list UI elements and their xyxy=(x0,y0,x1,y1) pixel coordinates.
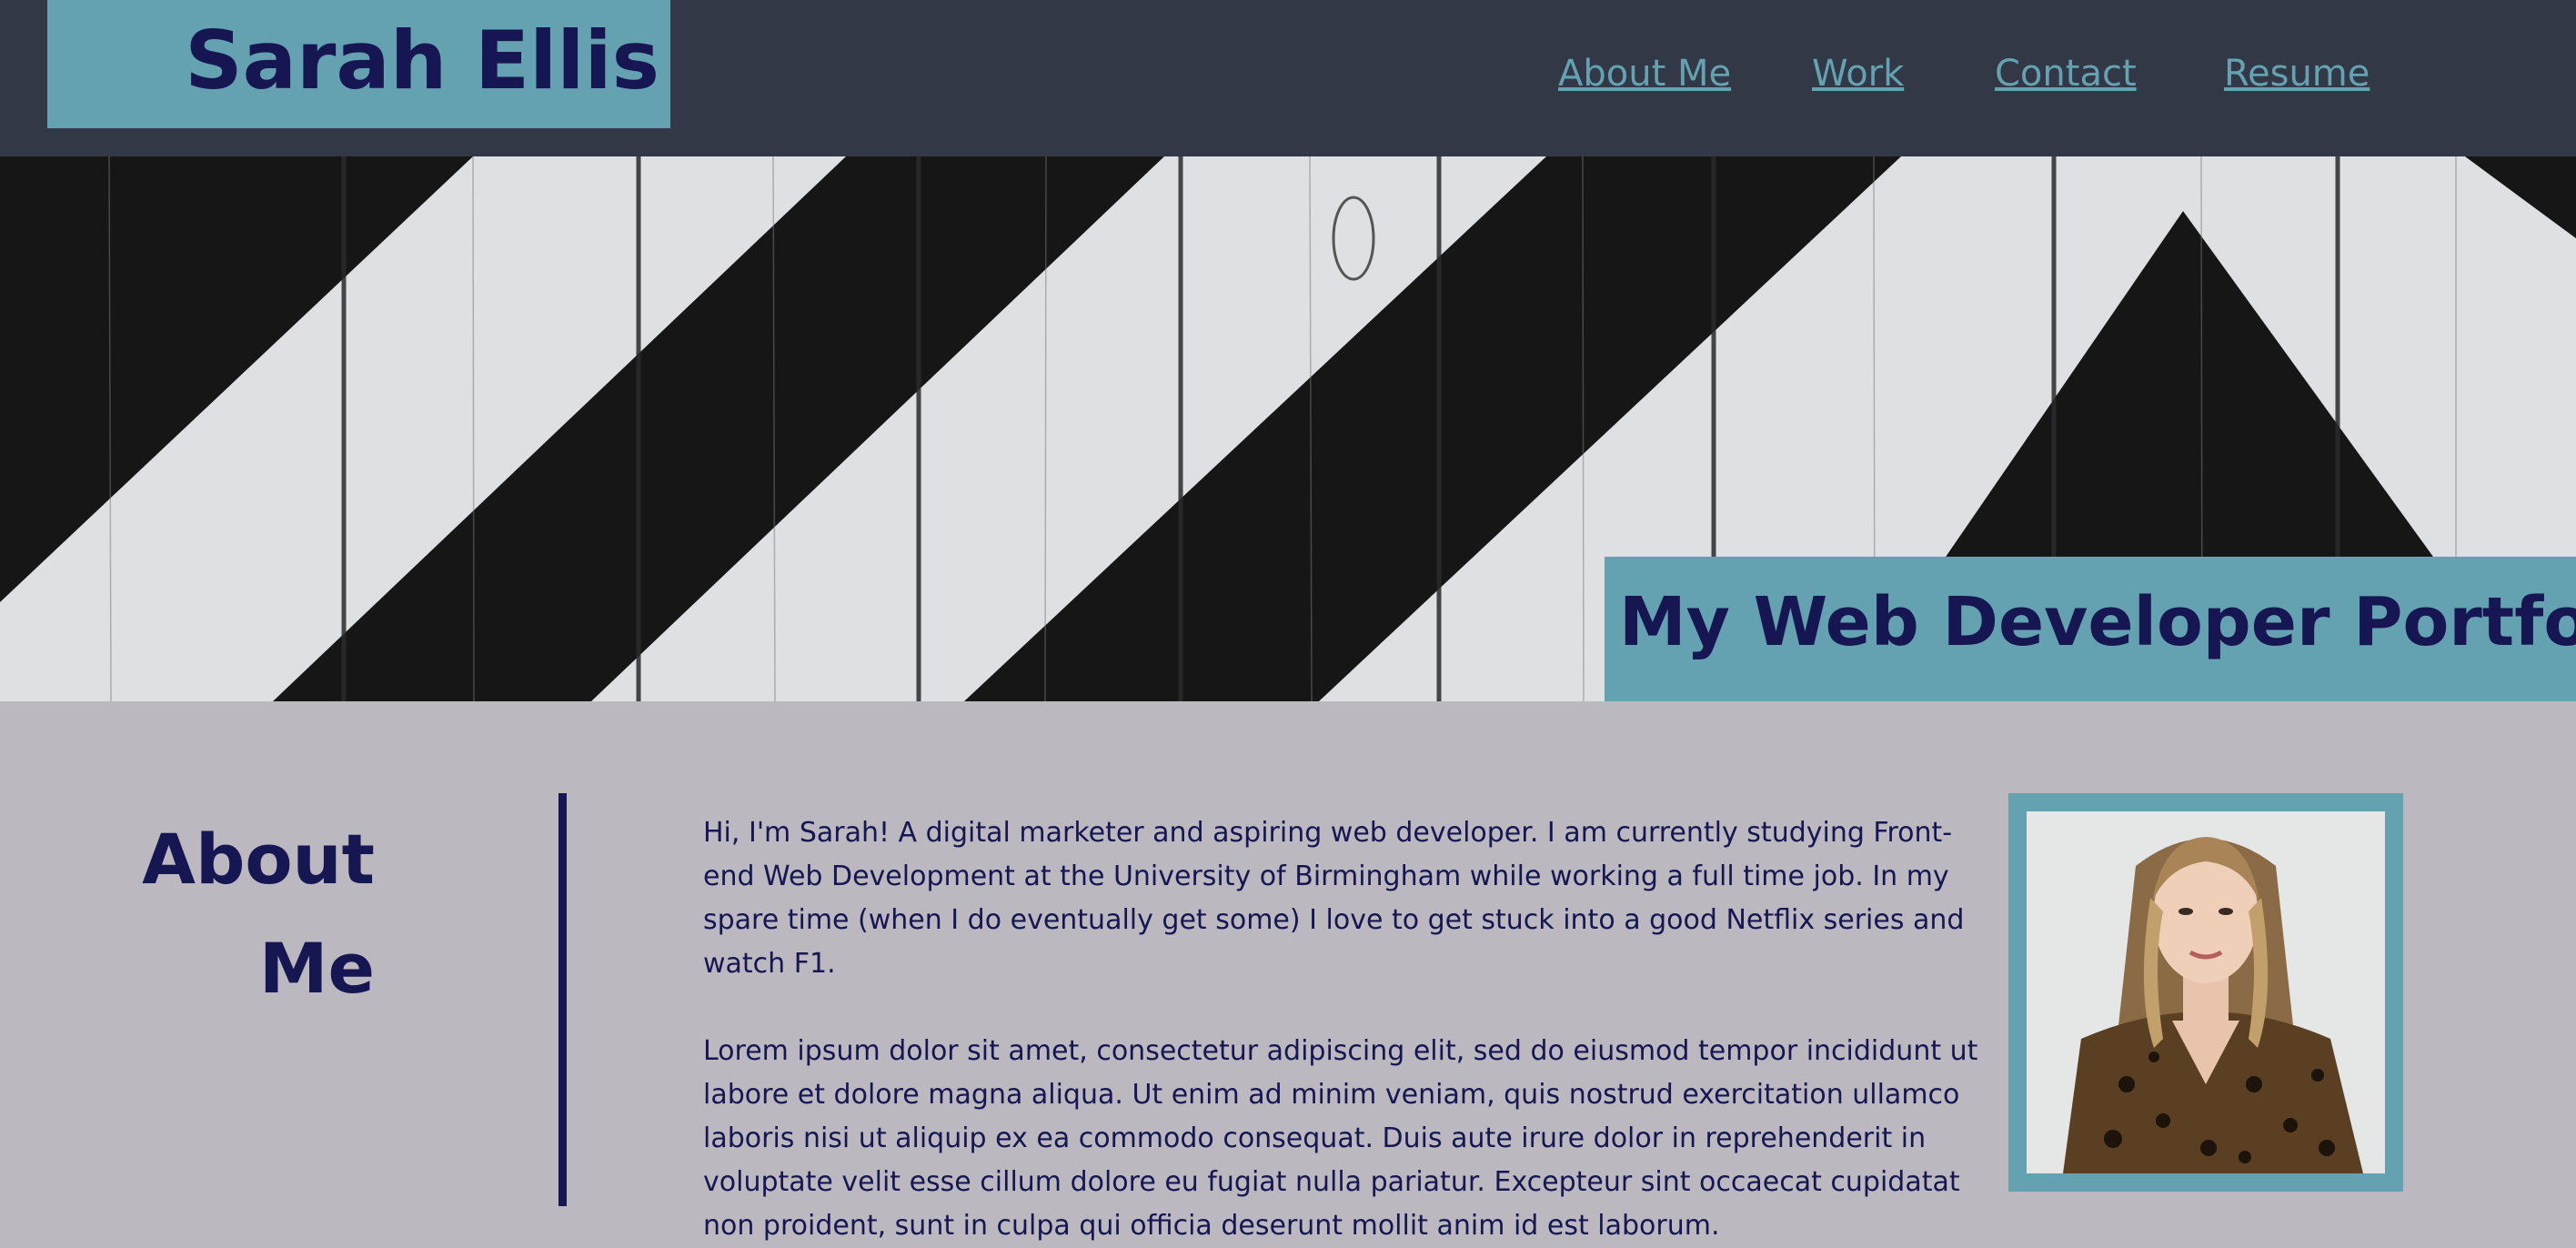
profile-photo xyxy=(2027,811,2385,1173)
brand-box[interactable]: Sarah Ellis xyxy=(47,0,670,128)
site-header: Sarah Ellis About Me Work Contact Resume xyxy=(0,0,2576,156)
about-heading-line1: About xyxy=(142,819,375,900)
hero-section: My Web Developer Portfolio xyxy=(0,156,2576,701)
nav-link-resume[interactable]: Resume xyxy=(2224,53,2370,95)
profile-photo-frame xyxy=(2008,793,2403,1192)
about-paragraph-intro: Hi, I'm Sarah! A digital marketer and as… xyxy=(703,817,1965,980)
portrait-icon xyxy=(2027,811,2385,1173)
nav-link-about-me[interactable]: About Me xyxy=(1558,53,1731,95)
about-heading-line2: Me xyxy=(258,928,375,1009)
about-paragraph-lorem: Lorem ipsum dolor sit amet, consectetur … xyxy=(703,1035,1978,1242)
brand-name[interactable]: Sarah Ellis xyxy=(185,13,659,109)
about-heading: About Me xyxy=(55,805,375,1023)
hero-title: My Web Developer Portfolio xyxy=(1619,583,2576,661)
nav-link-contact[interactable]: Contact xyxy=(1995,53,2137,95)
section-divider xyxy=(558,793,567,1206)
about-text: Hi, I'm Sarah! A digital marketer and as… xyxy=(703,811,1986,1248)
hero-title-banner: My Web Developer Portfolio xyxy=(1605,557,2576,701)
nav-link-work[interactable]: Work xyxy=(1812,53,1904,95)
